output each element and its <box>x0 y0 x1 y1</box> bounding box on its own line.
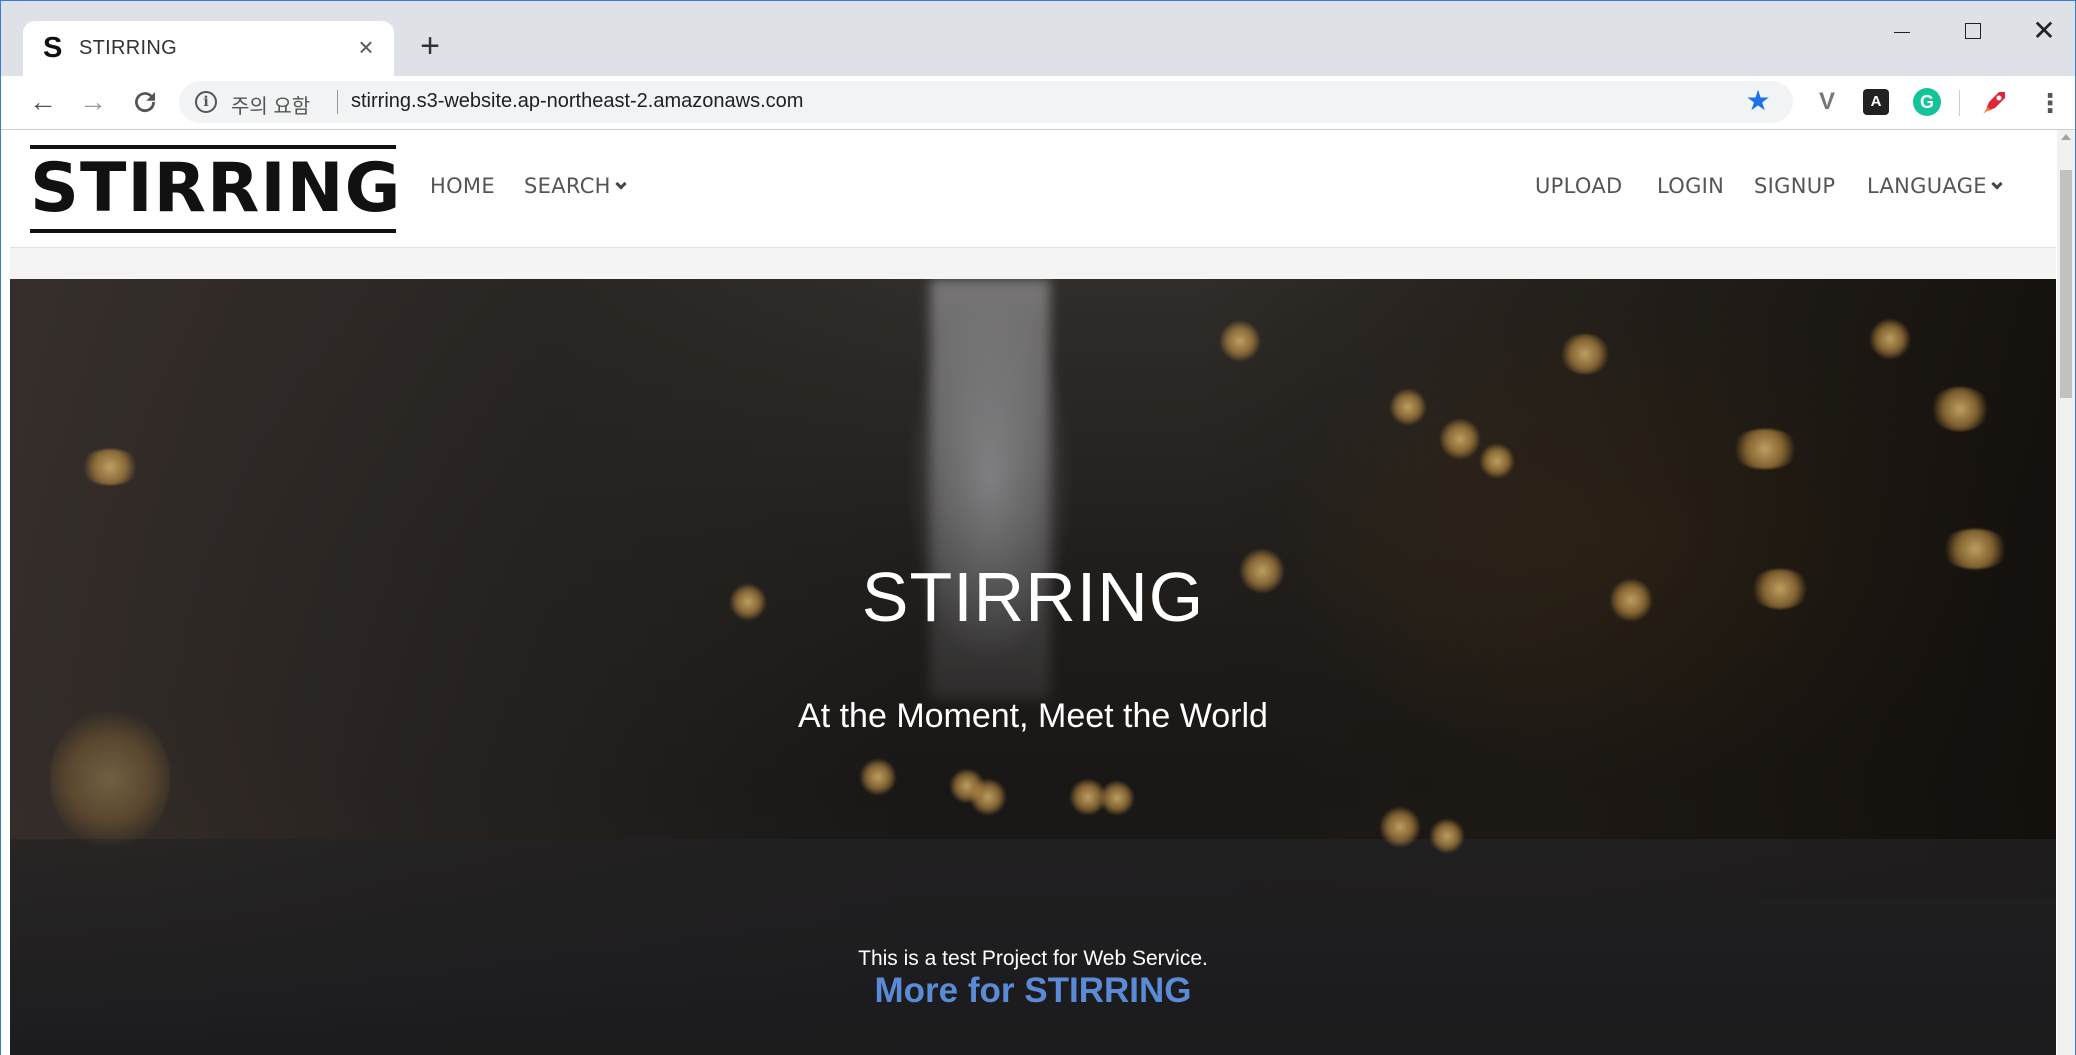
forward-button[interactable]: → <box>75 84 111 120</box>
extension-v-icon[interactable]: V <box>1813 88 1841 116</box>
scroll-up-arrow-icon[interactable] <box>2061 134 2071 140</box>
tab-favicon-icon: S <box>43 32 63 64</box>
rocket-extension-icon[interactable] <box>1979 88 2009 118</box>
nav-login[interactable]: LOGIN <box>1657 174 1724 198</box>
toolbar-divider <box>1959 90 1960 116</box>
browser-toolbar: ← → i 주의 요함 stirring.s3-website.ap-north… <box>1 76 2075 129</box>
info-icon[interactable]: i <box>195 91 217 113</box>
close-window-button[interactable]: ✕ <box>2019 11 2069 51</box>
new-tab-button[interactable]: + <box>413 29 447 63</box>
page-scrollbar[interactable] <box>2057 130 2075 1055</box>
security-label[interactable]: 주의 요함 <box>231 90 310 119</box>
hero-subtitle: At the Moment, Meet the World <box>798 697 1268 735</box>
reload-button[interactable] <box>127 84 163 120</box>
tab-stirring[interactable]: S STIRRING × <box>23 21 394 76</box>
url-text[interactable]: stirring.s3-website.ap-northeast-2.amazo… <box>351 90 803 113</box>
nav-search[interactable]: SEARCH <box>524 174 627 198</box>
back-button[interactable]: ← <box>25 84 61 120</box>
nav-language-label: LANGUAGE <box>1867 174 1987 198</box>
extension-a-icon[interactable]: A <box>1863 89 1889 115</box>
minimize-button[interactable] <box>1877 11 1927 51</box>
maximize-button[interactable] <box>1947 11 1997 51</box>
logo-text: STIRRING <box>30 149 402 228</box>
site-header: STIRRING HOME SEARCH UPLOAD LOGIN SIGNUP… <box>10 130 2056 248</box>
site-logo[interactable]: STIRRING <box>30 145 402 233</box>
reload-icon <box>135 92 156 113</box>
omnibox-divider <box>337 90 338 114</box>
hero-title: STIRRING <box>861 558 1205 636</box>
grammarly-icon[interactable]: G <box>1913 88 1941 116</box>
tab-close-icon[interactable]: × <box>352 33 380 61</box>
star-icon[interactable]: ★ <box>1743 86 1773 116</box>
chevron-down-icon <box>615 178 627 190</box>
hero-banner: STIRRING At the Moment, Meet the World T… <box>10 279 2056 1055</box>
browser-menu-icon[interactable]: ⋮ <box>2037 88 2063 118</box>
nav-language[interactable]: LANGUAGE <box>1867 174 2003 198</box>
scrollbar-thumb[interactable] <box>2060 170 2072 398</box>
header-spacer <box>10 248 2056 279</box>
address-bar[interactable]: i 주의 요함 stirring.s3-website.ap-northeast… <box>179 81 1793 123</box>
chevron-down-icon <box>1991 178 2003 190</box>
browser-window: S STIRRING × + ✕ ← → i 주의 요함 stirring.s3… <box>0 0 2076 1055</box>
tab-title: STIRRING <box>79 37 177 59</box>
nav-upload[interactable]: UPLOAD <box>1535 174 1622 198</box>
hero-note: This is a test Project for Web Service. <box>858 947 1208 970</box>
hero-overlay <box>10 279 2056 1055</box>
more-link[interactable]: More for STIRRING <box>10 971 2056 1011</box>
page-viewport: STIRRING HOME SEARCH UPLOAD LOGIN SIGNUP… <box>1 129 2075 1055</box>
tab-strip: S STIRRING × + ✕ <box>1 1 2075 76</box>
nav-search-label: SEARCH <box>524 174 611 198</box>
nav-signup[interactable]: SIGNUP <box>1754 174 1835 198</box>
nav-home[interactable]: HOME <box>430 174 495 198</box>
